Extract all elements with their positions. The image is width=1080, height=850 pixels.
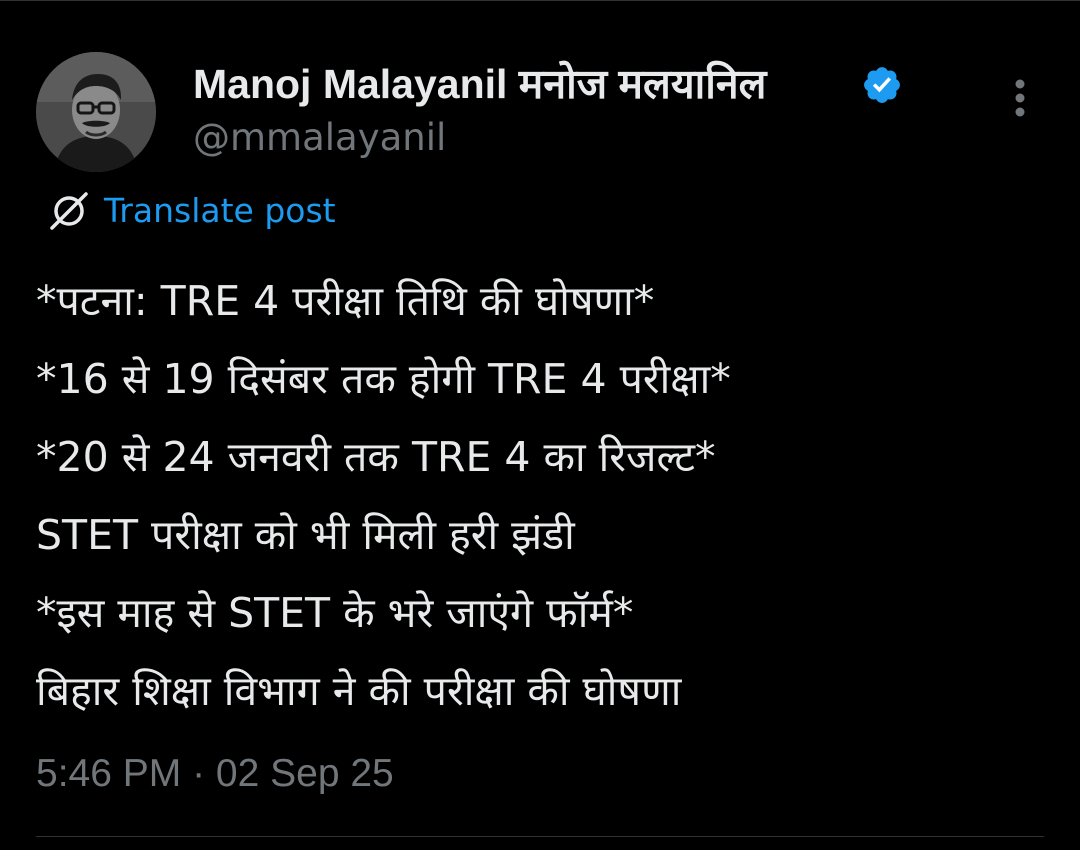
- post-text-line: *पटना: TRE 4 परीक्षा तिथि की घोषणा*: [36, 277, 655, 325]
- post-text-line: बिहार शिक्षा विभाग ने की परीक्षा की घोषण…: [36, 667, 682, 715]
- avatar-photo: [36, 52, 156, 172]
- avatar[interactable]: [36, 52, 156, 172]
- tweet-detail: Manoj Malayanil मनोज मलयानिल @mmalayanil…: [0, 0, 1080, 850]
- post-text-line: *16 से 19 दिसंबर तक होगी TRE 4 परीक्षा*: [36, 355, 731, 403]
- translate-post-label: Translate post: [104, 191, 336, 230]
- post-text-line: *इस माह से STET के भरे जाएंगे फॉर्म*: [36, 589, 634, 637]
- translate-globe-icon: [50, 192, 88, 230]
- verified-badge-icon: [864, 67, 900, 103]
- author-handle[interactable]: @mmalayanil: [193, 116, 446, 160]
- more-vertical-icon[interactable]: [1003, 78, 1037, 118]
- author-display-name[interactable]: Manoj Malayanil मनोज मलयानिल: [193, 60, 766, 108]
- translate-post-button[interactable]: Translate post: [44, 188, 336, 234]
- post-text: *पटना: TRE 4 परीक्षा तिथि की घोषणा* *16 …: [36, 262, 1046, 730]
- top-divider: [0, 0, 1080, 1]
- post-timestamp[interactable]: 5:46 PM · 02 Sep 25: [36, 750, 394, 798]
- bottom-divider: [36, 836, 1044, 837]
- post-text-line: STET परीक्षा को भी मिली हरी झंडी: [36, 511, 575, 559]
- post-text-line: *20 से 24 जनवरी तक TRE 4 का रिजल्ट*: [36, 433, 716, 481]
